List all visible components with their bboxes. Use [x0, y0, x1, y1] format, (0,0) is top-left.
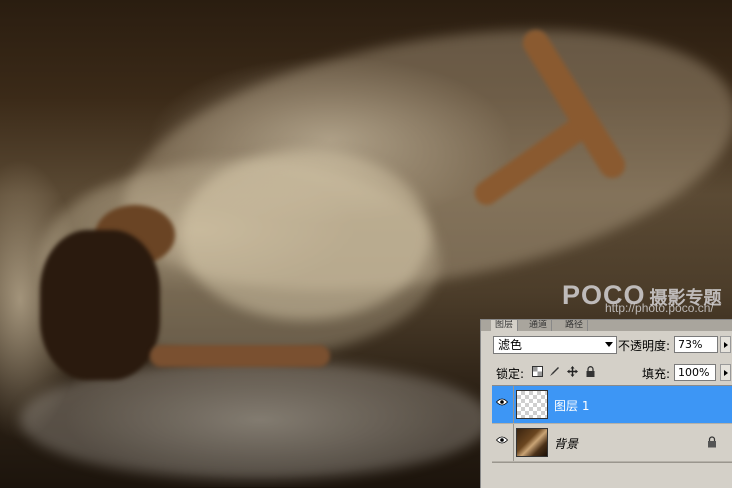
opacity-label: 不透明度:: [618, 339, 671, 353]
layer-row-background[interactable]: 背景: [492, 424, 732, 462]
layer-lock-icon: [708, 436, 716, 448]
lock-transparent-icon[interactable]: [532, 366, 543, 377]
opacity-input[interactable]: 73%: [674, 336, 718, 353]
layer-visibility-toggle[interactable]: [492, 424, 514, 461]
lock-paint-icon[interactable]: [549, 366, 560, 377]
eye-icon: [496, 398, 508, 406]
tab-paths[interactable]: 路径: [561, 320, 589, 331]
fill-slider-button[interactable]: [720, 364, 731, 381]
layer-thumbnail: [516, 390, 548, 419]
fill-label: 填充:: [642, 367, 671, 381]
watermark-url: http://photo.poco.cn/: [605, 301, 714, 315]
layer-row-layer1[interactable]: 图层 1: [492, 386, 732, 424]
opacity-slider-button[interactable]: [720, 336, 731, 353]
fill-input[interactable]: 100%: [674, 364, 716, 381]
layer-visibility-toggle[interactable]: [492, 386, 514, 423]
layer-name[interactable]: 图层 1: [554, 397, 589, 414]
layers-panel: 图层 通道 路径 滤色 不透明度: 73% 锁定: 填充: 100% 图层 1 …: [480, 319, 732, 488]
tab-layers[interactable]: 图层: [491, 320, 519, 331]
eye-icon: [496, 436, 508, 444]
lock-all-icon[interactable]: [585, 366, 596, 377]
arm: [150, 345, 330, 367]
robe: [180, 150, 430, 320]
blend-mode-select[interactable]: 滤色: [493, 336, 617, 354]
panel-footer: [492, 462, 732, 488]
dropdown-arrow-icon: [605, 342, 613, 347]
lock-label: 锁定:: [496, 367, 525, 381]
panel-tabs: 图层 通道 路径: [481, 320, 732, 331]
layers-list: 图层 1 背景: [492, 385, 732, 463]
lock-move-icon[interactable]: [567, 366, 578, 377]
hair: [40, 230, 160, 380]
tab-channels[interactable]: 通道: [525, 320, 553, 331]
layer-thumbnail: [516, 428, 548, 457]
blend-mode-value: 滤色: [498, 338, 523, 352]
layer-name[interactable]: 背景: [554, 435, 578, 452]
